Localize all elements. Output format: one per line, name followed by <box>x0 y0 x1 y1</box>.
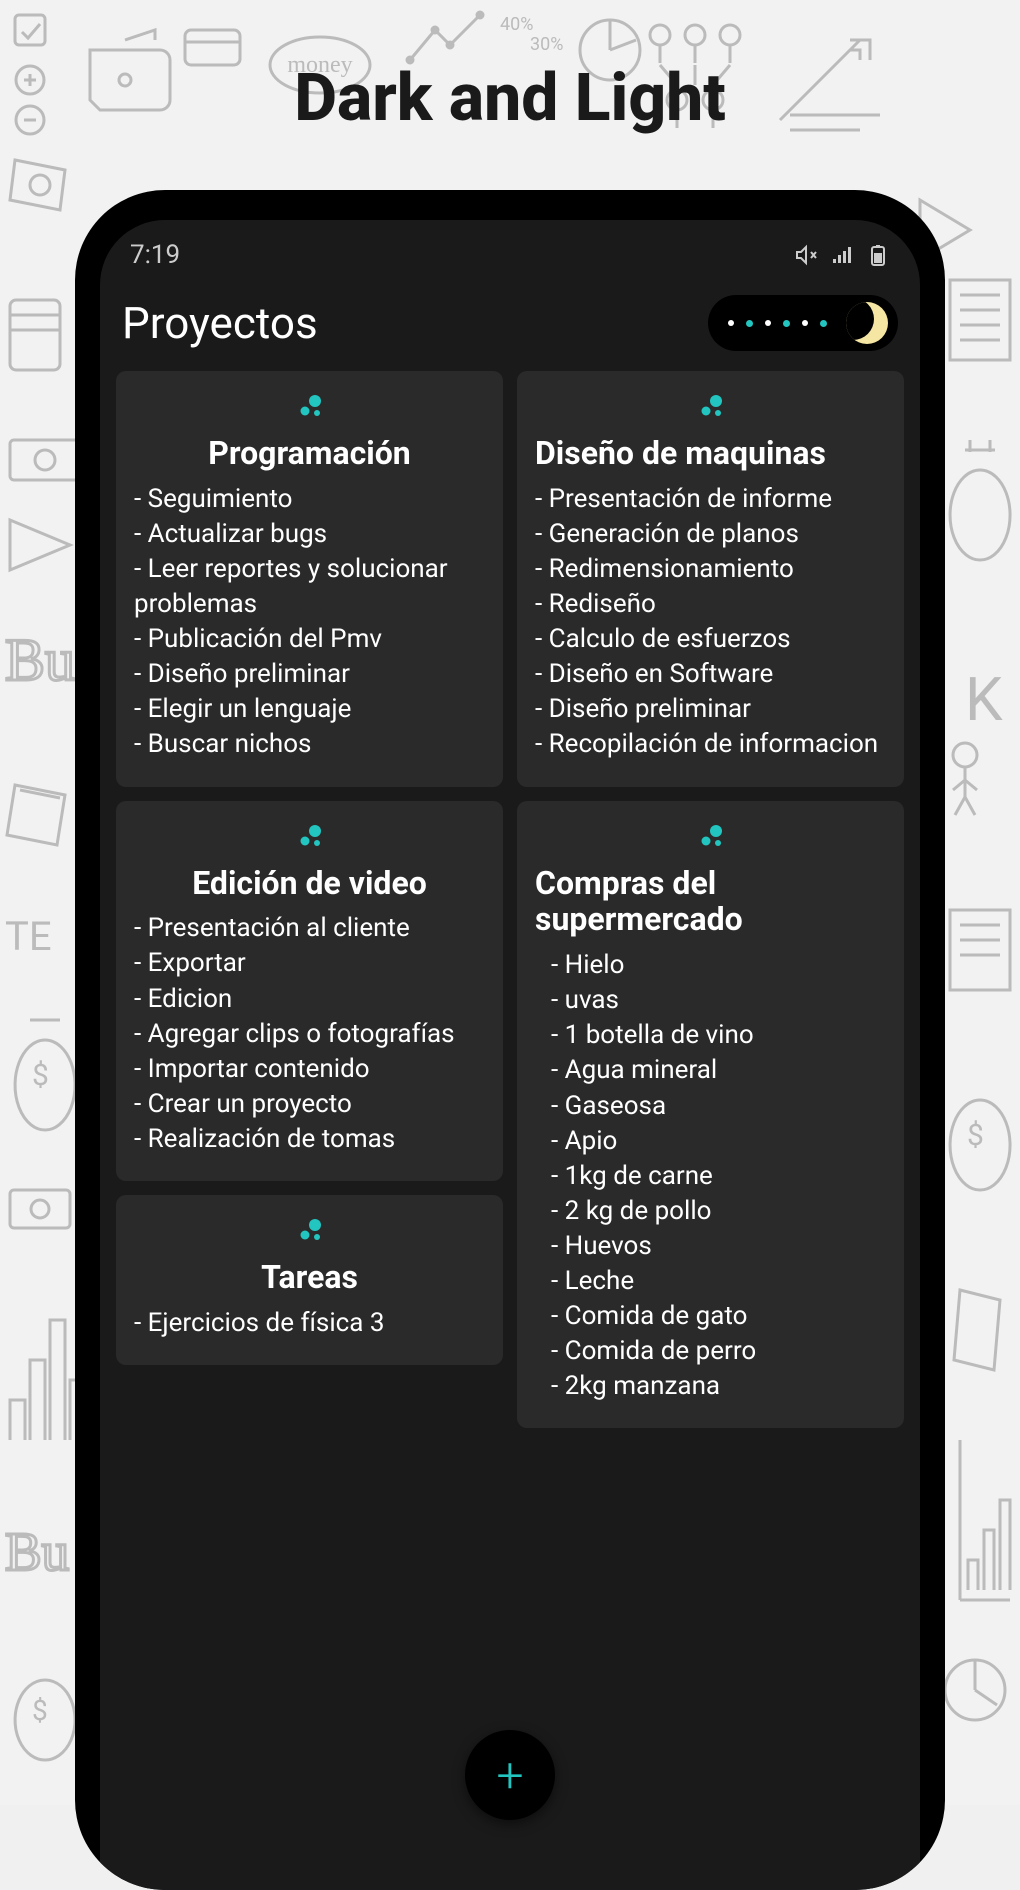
hero-title: Dark and Light <box>0 60 1020 137</box>
mute-icon <box>794 243 818 267</box>
status-time: 7:19 <box>130 240 180 270</box>
app-header: Proyectos <box>100 280 920 371</box>
svg-text:$: $ <box>967 1118 984 1153</box>
svg-text:40%: 40% <box>500 14 533 35</box>
bubbles-icon <box>134 393 485 427</box>
card-title: Compras del supermercado <box>535 865 886 939</box>
project-card-maquinas[interactable]: Diseño de maquinas Presentación de infor… <box>517 371 904 787</box>
svg-text:TE: TE <box>5 913 52 960</box>
page-title: Proyectos <box>122 297 318 349</box>
svg-text:$: $ <box>32 1058 49 1093</box>
card-title: Programación <box>134 435 485 472</box>
card-title: Edición de video <box>134 865 485 902</box>
theme-toggle[interactable] <box>708 295 898 351</box>
svg-text:Bu: Bu <box>5 627 75 693</box>
project-card-tareas[interactable]: Tareas Ejercicios de física 3 <box>116 1195 503 1365</box>
plus-icon: + <box>496 1747 523 1804</box>
bubbles-icon <box>535 823 886 857</box>
project-card-programacion[interactable]: Programación Seguimiento Actualizar bugs… <box>116 371 503 787</box>
status-icons <box>794 243 890 267</box>
bubbles-icon <box>134 1217 485 1251</box>
status-bar: 7:19 <box>100 220 920 280</box>
svg-text:Bu: Bu <box>5 1521 69 1582</box>
phone-screen: 7:19 Proyectos <box>100 220 920 1890</box>
svg-text:K: K <box>965 664 1003 735</box>
moon-icon <box>846 302 888 344</box>
stars-icon <box>728 320 827 327</box>
card-title: Tareas <box>134 1259 485 1296</box>
card-items: Ejercicios de física 3 <box>134 1306 485 1341</box>
card-items: Presentación de informe Generación de pl… <box>535 482 886 763</box>
project-card-video[interactable]: Edición de video Presentación al cliente… <box>116 801 503 1181</box>
project-card-compras[interactable]: Compras del supermercado Hielo uvas 1 bo… <box>517 801 904 1429</box>
bubbles-icon <box>535 393 886 427</box>
battery-icon <box>866 243 890 267</box>
svg-text:30%: 30% <box>530 34 563 55</box>
add-button[interactable]: + <box>465 1730 555 1820</box>
bubbles-icon <box>134 823 485 857</box>
signal-icon <box>830 243 854 267</box>
svg-text:$: $ <box>32 1694 48 1727</box>
project-grid: Programación Seguimiento Actualizar bugs… <box>100 371 920 1428</box>
card-items: Presentación al cliente Exportar Edicion… <box>134 911 485 1157</box>
card-items: Hielo uvas 1 botella de vino Agua minera… <box>535 948 886 1404</box>
card-items: Seguimiento Actualizar bugs Leer reporte… <box>134 482 485 763</box>
card-title: Diseño de maquinas <box>535 435 886 472</box>
phone-frame: 7:19 Proyectos <box>75 190 945 1890</box>
